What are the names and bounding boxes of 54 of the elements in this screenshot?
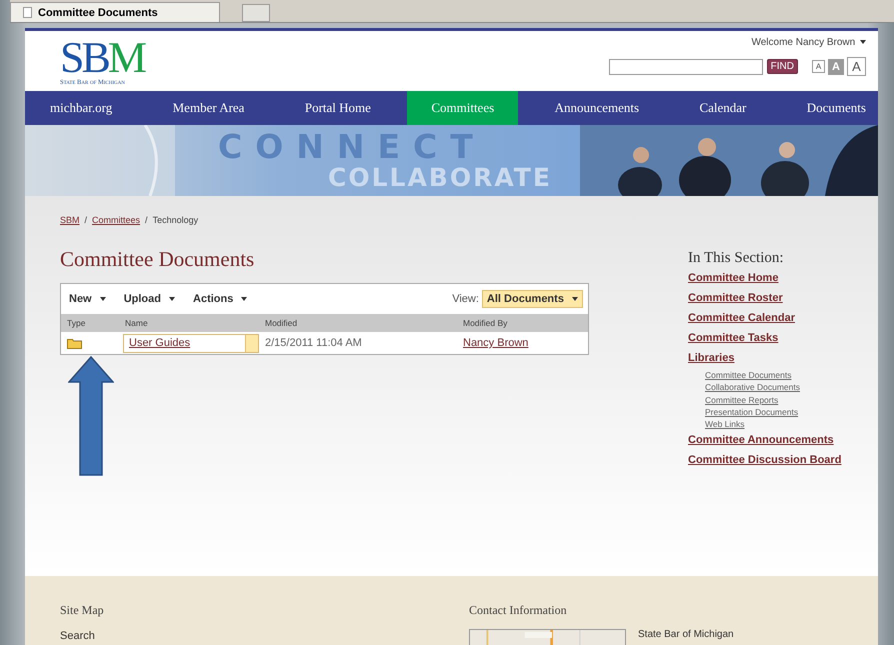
welcome-menu[interactable]: Welcome Nancy Brown <box>751 37 866 48</box>
text-size-button[interactable]: A <box>812 60 825 73</box>
breadcrumb-separator: / <box>84 215 88 225</box>
arrow-icon <box>68 356 114 476</box>
column-header: Modified <box>259 314 457 332</box>
section-link[interactable]: Committee Calendar <box>688 312 795 324</box>
nav-tab[interactable]: Documents <box>782 91 866 125</box>
breadcrumb-current: Technology <box>152 215 198 225</box>
new-tab-button[interactable] <box>242 4 270 22</box>
library-link[interactable]: Collaborative Documents <box>705 381 800 394</box>
footer-heading: Site Map <box>60 603 105 618</box>
item-menu-button[interactable] <box>245 334 258 352</box>
search-field[interactable] <box>608 58 763 74</box>
text-size-button[interactable]: A <box>847 57 866 76</box>
banner-heading: CONNECT <box>218 130 487 164</box>
banner-subheading: COLLABORATE <box>328 164 552 192</box>
browser-tab[interactable]: Committee Documents <box>10 2 220 22</box>
nav-tab[interactable]: Member Area <box>148 91 268 125</box>
breadcrumb-link[interactable]: Committees <box>92 215 140 225</box>
folder-icon <box>67 338 82 348</box>
page-title: Committee Documents <box>60 247 256 272</box>
section-heading: In This Section: <box>688 250 784 267</box>
column-header: Name <box>119 314 259 332</box>
logo[interactable]: SBM <box>60 39 144 77</box>
nav-tab[interactable]: Announcements <box>530 91 664 125</box>
nav-tab[interactable]: Calendar <box>675 91 770 125</box>
toolbar-menu[interactable]: New <box>69 293 106 305</box>
column-header: Type <box>61 314 119 332</box>
library-link[interactable]: Web Links <box>705 418 745 430</box>
breadcrumb-separator: / <box>145 215 148 225</box>
footer-heading: Contact Information <box>469 603 568 618</box>
view-label: View: <box>452 293 479 305</box>
column-header: Modified By <box>457 314 588 332</box>
library-link[interactable]: Committee Reports <box>705 394 778 406</box>
section-link[interactable]: Committee Home <box>688 272 778 284</box>
modified-date: 2/15/2011 11:04 AM <box>265 337 362 349</box>
section-link[interactable]: Committee Tasks <box>688 332 778 344</box>
toolbar-menu[interactable]: Upload <box>124 293 176 305</box>
nav-tab[interactable]: Portal Home <box>280 91 395 125</box>
section-link[interactable]: Committee Roster <box>688 292 783 304</box>
page-icon <box>23 7 32 18</box>
section-link[interactable]: Committee Announcements <box>688 434 834 446</box>
section-link[interactable]: Committee Discussion Board <box>688 454 842 466</box>
contact-address: State Bar of Michigan <box>638 629 734 642</box>
footer-link[interactable]: Search <box>60 630 469 642</box>
library-link[interactable]: Committee Documents <box>705 369 792 382</box>
library-link[interactable]: Presentation Documents <box>705 406 798 418</box>
toolbar-menu[interactable]: Actions <box>193 293 248 305</box>
user-link[interactable]: Nancy Brown <box>463 337 528 349</box>
section-link[interactable]: Libraries <box>688 352 734 364</box>
view-dropdown[interactable]: All Documents <box>482 290 583 308</box>
find-button[interactable]: FIND <box>766 59 798 74</box>
breadcrumb-link[interactable]: SBM <box>60 215 80 225</box>
nav-tab[interactable]: michbar.org <box>50 91 136 125</box>
